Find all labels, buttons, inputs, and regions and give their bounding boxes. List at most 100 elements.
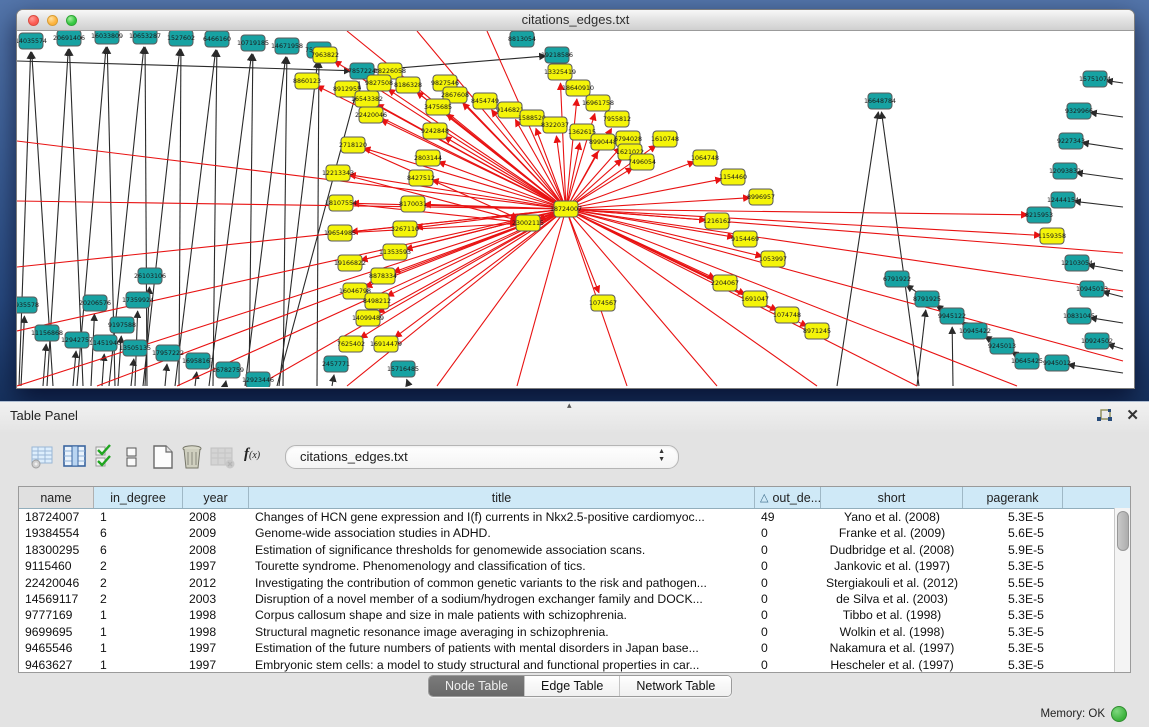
graph-node[interactable]: 2457771 xyxy=(322,356,350,372)
graph-node[interactable]: 1074748 xyxy=(773,307,801,323)
graph-node[interactable]: 2204067 xyxy=(711,275,739,291)
graph-node[interactable]: 16961758 xyxy=(582,95,614,111)
graph-node[interactable]: 8322037 xyxy=(541,117,569,133)
graph-node[interactable]: 12103054 xyxy=(1061,255,1093,271)
tab-network-table[interactable]: Network Table xyxy=(620,676,731,696)
close-panel-icon[interactable]: ✕ xyxy=(1126,406,1139,426)
network-canvas[interactable]: 1403557420691406160338091065328715276026… xyxy=(17,31,1132,387)
graph-node[interactable]: 8990448 xyxy=(589,134,617,150)
table-row[interactable]: 1830029562008Estimation of significance … xyxy=(19,542,1130,558)
graph-node[interactable]: 10831045 xyxy=(1063,308,1095,324)
graph-node[interactable]: 2803144 xyxy=(414,150,442,166)
table-row[interactable]: 977716911998Corpus callosum shape and si… xyxy=(19,607,1130,623)
graph-node[interactable]: 8427512 xyxy=(407,170,435,186)
graph-node[interactable]: 8813054 xyxy=(508,31,536,47)
graph-node[interactable]: 8498212 xyxy=(363,293,391,309)
graph-node[interactable]: 19218586 xyxy=(541,47,573,63)
graph-node[interactable]: 12093832 xyxy=(1049,163,1081,179)
graph-node[interactable]: 4935578 xyxy=(17,297,39,313)
graph-node[interactable]: 1159358 xyxy=(1038,228,1066,244)
graph-node[interactable]: 20206576 xyxy=(79,295,111,311)
graph-node[interactable]: 8996957 xyxy=(747,189,775,205)
graph-node[interactable]: 11156868 xyxy=(31,325,63,341)
column-header-title[interactable]: title xyxy=(249,487,755,508)
graph-node[interactable]: 1610748 xyxy=(651,131,679,147)
graph-node[interactable]: 7963822 xyxy=(311,47,339,63)
graph-node[interactable]: 16782759 xyxy=(212,362,244,378)
create-column-icon[interactable] xyxy=(150,444,176,470)
graph-node[interactable]: 17359924 xyxy=(122,292,154,308)
graph-node[interactable]: 9945012 xyxy=(1043,355,1071,371)
column-header-short[interactable]: short xyxy=(821,487,963,508)
graph-node[interactable]: 2718120 xyxy=(339,137,367,153)
graph-node[interactable]: 9329966 xyxy=(1065,103,1093,119)
column-header-pagerank[interactable]: pagerank xyxy=(963,487,1063,508)
graph-node[interactable]: 16958167 xyxy=(182,353,214,369)
graph-node[interactable]: 12923446 xyxy=(242,372,274,387)
table-row[interactable]: 969969511998Structural magnetic resonanc… xyxy=(19,624,1130,640)
scrollbar-thumb[interactable] xyxy=(1117,511,1129,551)
network-view-window[interactable]: citations_edges.txt 14035574206914061603… xyxy=(16,9,1135,389)
graph-node[interactable]: 16914479 xyxy=(370,336,402,352)
column-header-year[interactable]: year xyxy=(183,487,249,508)
graph-node[interactable]: 17957222 xyxy=(152,345,184,361)
function-builder-icon[interactable]: f(x) xyxy=(244,446,278,472)
graph-node[interactable]: 8215953 xyxy=(1025,207,1053,223)
graph-node[interactable]: 8454749 xyxy=(471,93,499,109)
graph-node[interactable]: 18107554 xyxy=(325,195,357,211)
delete-column-icon[interactable] xyxy=(179,444,205,470)
table-row[interactable]: 911546021997Tourette syndrome. Phenomeno… xyxy=(19,558,1130,574)
table-selector[interactable]: citations_edges.txt ▲▼ xyxy=(285,445,679,469)
graph-node[interactable]: 8791925 xyxy=(913,291,941,307)
graph-node[interactable]: 18640910 xyxy=(562,80,594,96)
select-all-icon[interactable] xyxy=(94,444,114,470)
graph-node[interactable]: 10945422 xyxy=(959,323,991,339)
graph-node[interactable]: 19166822 xyxy=(334,255,366,271)
graph-node[interactable]: 8860123 xyxy=(293,73,321,89)
graph-node[interactable]: 9197588 xyxy=(108,317,136,333)
graph-node[interactable]: 3267110 xyxy=(391,221,419,237)
graph-node[interactable]: 1216162 xyxy=(703,213,731,229)
table-row[interactable]: 946554611997Estimation of the future num… xyxy=(19,640,1130,656)
graph-node[interactable]: 10645425 xyxy=(1011,353,1043,369)
graph-node[interactable]: 16543382 xyxy=(351,91,383,107)
memory-ok-indicator[interactable] xyxy=(1111,706,1127,722)
panel-collapse-handle-icon[interactable]: ▴ xyxy=(567,400,572,411)
graph-node[interactable]: 1691047 xyxy=(741,291,769,307)
tab-edge-table[interactable]: Edge Table xyxy=(525,676,620,696)
graph-node[interactable]: 15716485 xyxy=(387,361,419,377)
graph-node[interactable]: 12213343 xyxy=(322,165,354,181)
graph-node[interactable]: 9245013 xyxy=(988,338,1016,354)
graph-node[interactable]: 1053997 xyxy=(759,251,787,267)
graph-node[interactable]: 8170031 xyxy=(399,196,427,212)
graph-node[interactable]: 6466160 xyxy=(203,31,231,47)
graph-node[interactable]: 8971245 xyxy=(803,323,831,339)
graph-node[interactable]: 10924502 xyxy=(1081,333,1113,349)
graph-node[interactable]: 1074567 xyxy=(589,295,617,311)
graph-node[interactable]: 7625402 xyxy=(337,336,365,352)
graph-node[interactable]: 11451940 xyxy=(89,335,121,351)
graph-node[interactable]: 8878334 xyxy=(369,268,397,284)
graph-node[interactable]: 13325419 xyxy=(544,64,576,80)
column-header-name[interactable]: name xyxy=(19,487,94,508)
vertical-scrollbar[interactable] xyxy=(1114,508,1130,672)
graph-node[interactable]: 9827508 xyxy=(365,75,393,91)
graph-node[interactable]: 9945122 xyxy=(938,308,966,324)
node-attribute-table[interactable]: namein_degreeyeartitle△out_de...shortpag… xyxy=(18,486,1131,673)
graph-node[interactable]: 16033809 xyxy=(91,31,123,44)
graph-node[interactable]: 11353593 xyxy=(379,244,411,260)
graph-node[interactable]: 3475685 xyxy=(424,99,452,115)
graph-node[interactable]: 9227343 xyxy=(1057,133,1085,149)
graph-node[interactable]: 1527602 xyxy=(167,31,195,46)
graph-node[interactable]: 13505135 xyxy=(119,340,151,356)
graph-node[interactable]: 18724007 xyxy=(550,201,582,217)
network-window-titlebar[interactable]: citations_edges.txt xyxy=(17,10,1134,31)
table-row[interactable]: 1938455462009Genome-wide association stu… xyxy=(19,525,1130,541)
graph-node[interactable]: 14035574 xyxy=(17,33,47,49)
float-window-icon[interactable] xyxy=(1096,408,1114,424)
graph-node[interactable]: 1064748 xyxy=(691,150,719,166)
graph-node[interactable]: 7955812 xyxy=(603,111,631,127)
tab-node-table[interactable]: Node Table xyxy=(429,676,525,696)
graph-node[interactable]: 10653287 xyxy=(129,31,161,44)
graph-node[interactable]: 16648784 xyxy=(864,93,896,109)
